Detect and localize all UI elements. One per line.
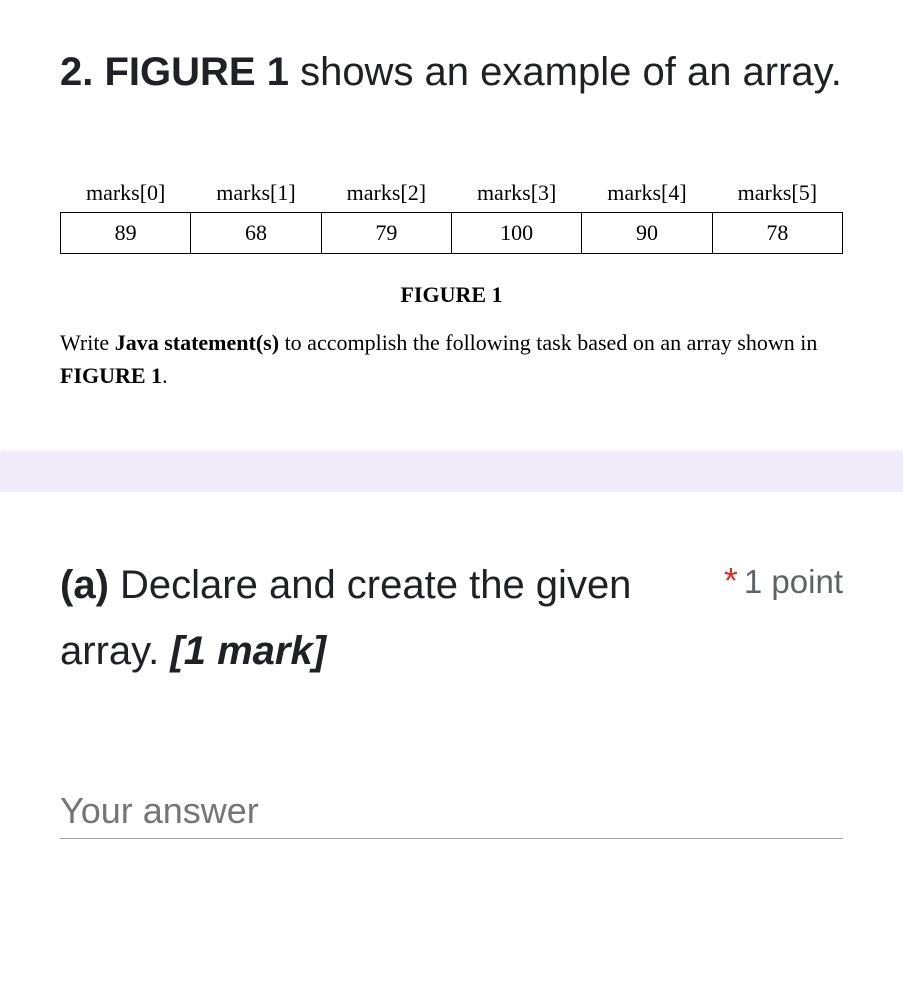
- array-header: marks[4]: [582, 174, 712, 213]
- array-cell: 90: [582, 213, 712, 254]
- instruction-text: Write Java statement(s) to accomplish th…: [60, 326, 843, 392]
- subquestion-label: (a): [60, 563, 109, 607]
- question-heading: 2. FIGURE 1 shows an example of an array…: [60, 40, 843, 104]
- question-card-1: 2. FIGURE 1 shows an example of an array…: [0, 0, 903, 452]
- card-separator: [0, 452, 903, 492]
- required-star-icon: *: [724, 560, 738, 601]
- array-header: marks[3]: [451, 174, 581, 213]
- array-value-row: 89 68 79 100 90 78: [61, 213, 843, 254]
- array-header: marks[1]: [191, 174, 321, 213]
- subquestion-text: (a) Declare and create the given array. …: [60, 552, 684, 684]
- answer-input[interactable]: [60, 784, 843, 839]
- subquestion-marks: [1 mark]: [170, 629, 326, 673]
- array-header: marks[5]: [712, 174, 842, 213]
- array-cell: 89: [61, 213, 191, 254]
- array-table: marks[0] marks[1] marks[2] marks[3] mark…: [60, 174, 843, 254]
- points-indicator: *1 point: [724, 552, 843, 602]
- array-header: marks[0]: [61, 174, 191, 213]
- question-number: 2. FIGURE 1: [60, 50, 289, 94]
- subquestion-row: (a) Declare and create the given array. …: [60, 552, 843, 684]
- array-figure: marks[0] marks[1] marks[2] marks[3] mark…: [60, 174, 843, 254]
- array-cell: 78: [712, 213, 842, 254]
- figure-caption: FIGURE 1: [60, 282, 843, 308]
- points-label: 1 point: [744, 563, 843, 600]
- array-cell: 100: [451, 213, 581, 254]
- question-text: shows an example of an array.: [289, 50, 842, 94]
- array-cell: 79: [321, 213, 451, 254]
- array-header: marks[2]: [321, 174, 451, 213]
- question-card-2: (a) Declare and create the given array. …: [0, 492, 903, 849]
- subquestion-body: Declare and create the given array.: [60, 563, 631, 673]
- array-header-row: marks[0] marks[1] marks[2] marks[3] mark…: [61, 174, 843, 213]
- array-cell: 68: [191, 213, 321, 254]
